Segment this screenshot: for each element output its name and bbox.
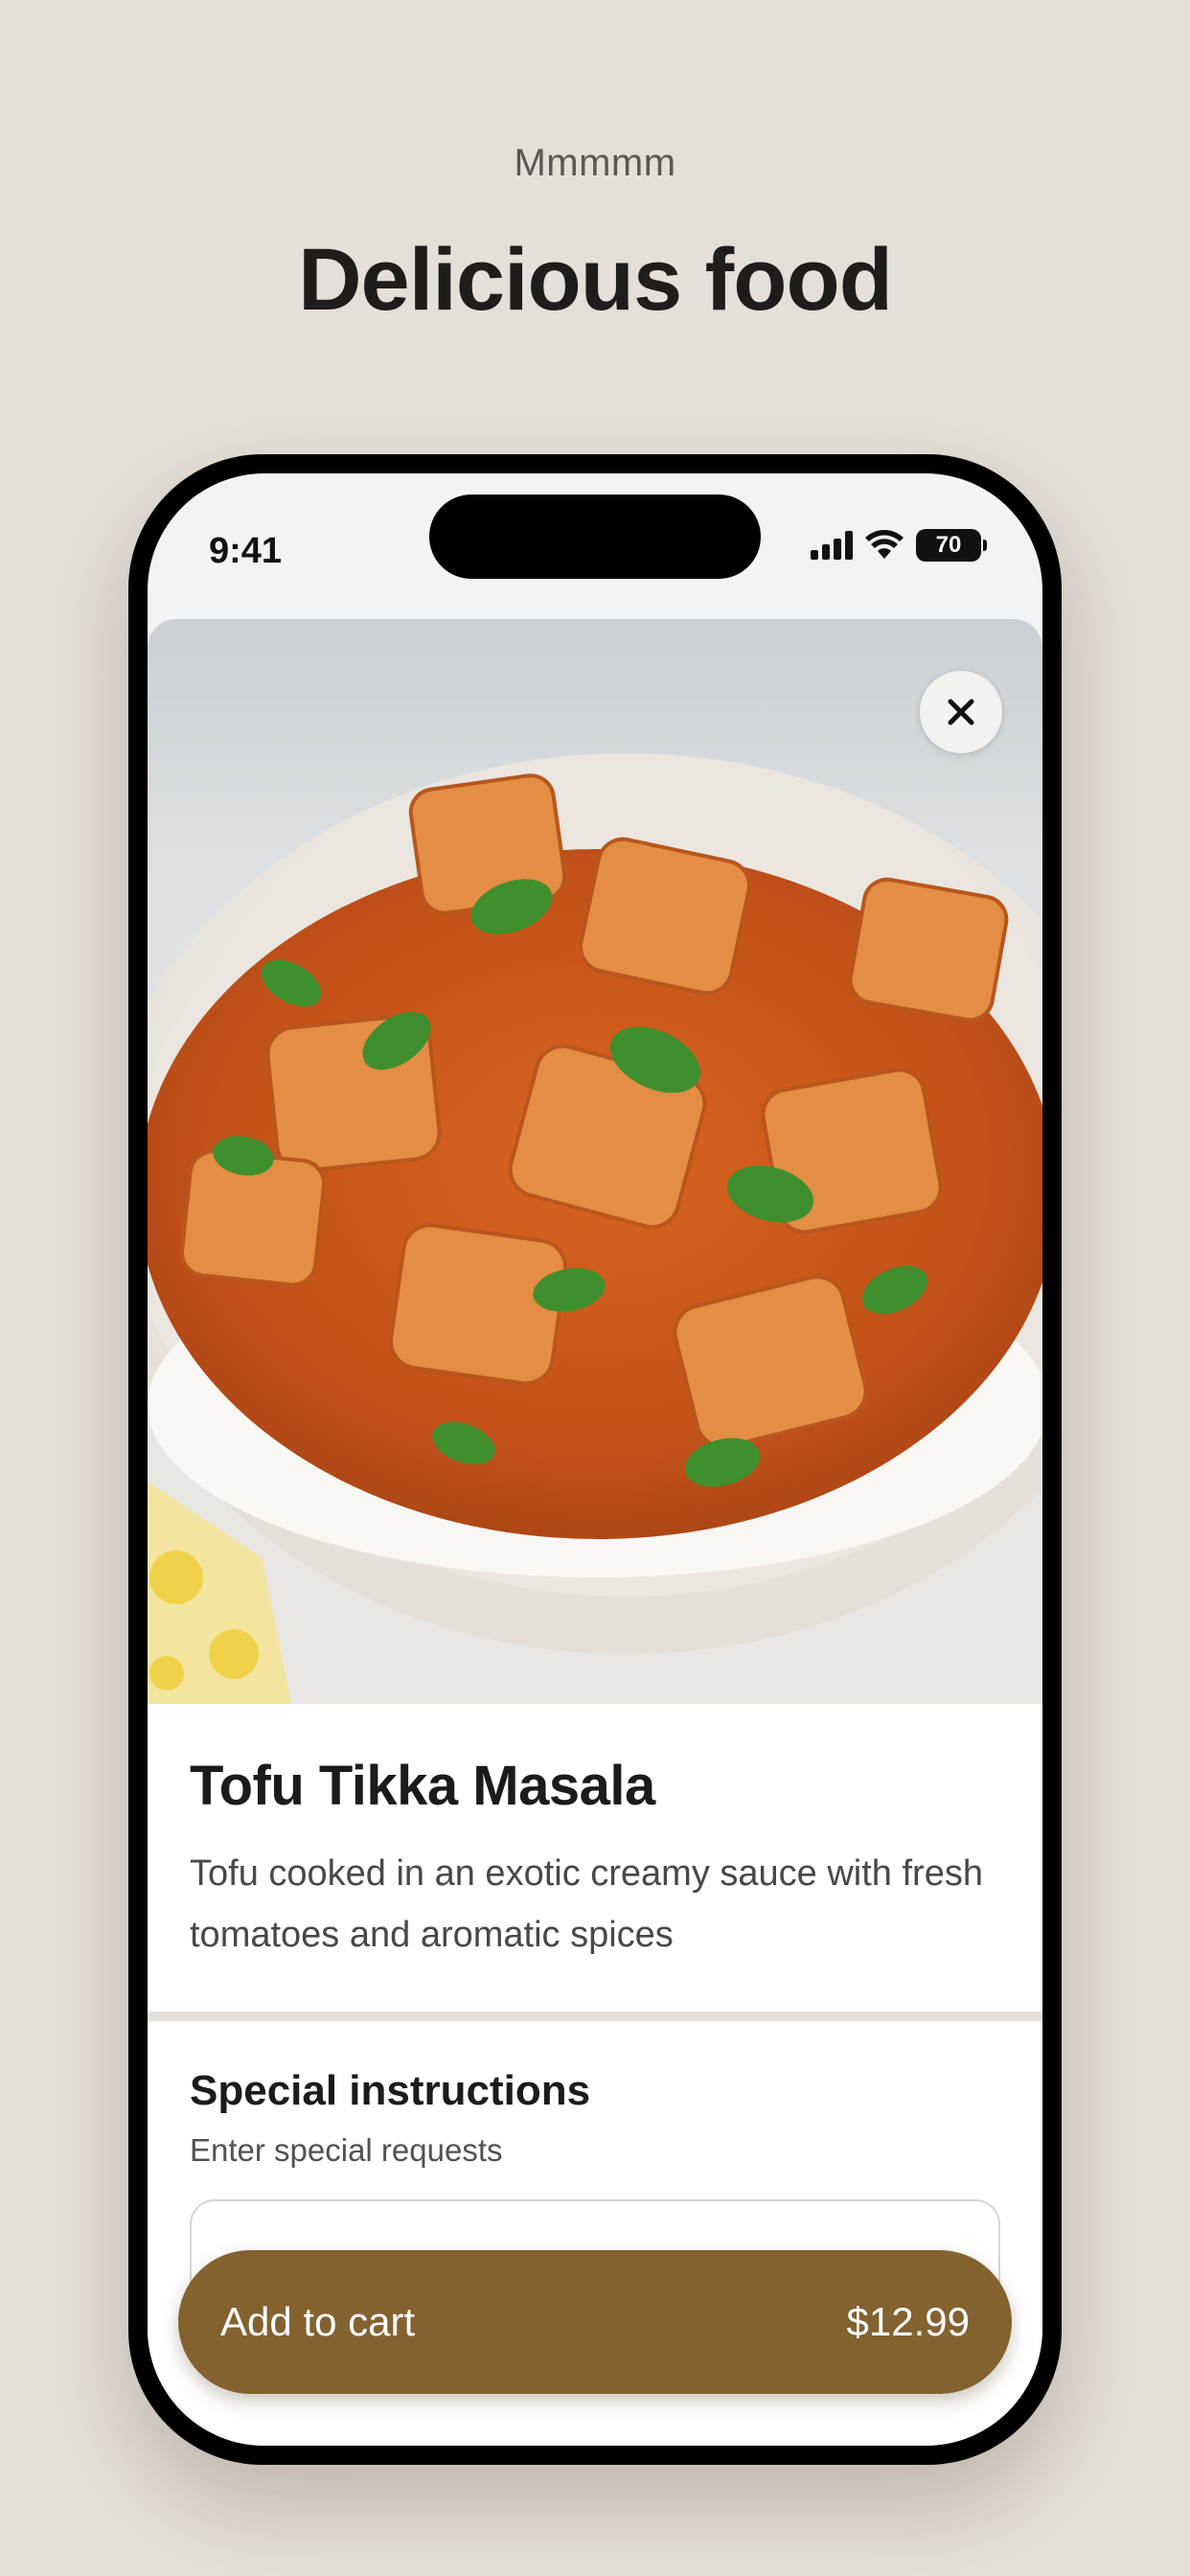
signal-icon — [811, 531, 853, 560]
status-time: 9:41 — [209, 531, 283, 571]
special-instructions-subtitle: Enter special requests — [190, 2132, 503, 2168]
close-icon — [948, 699, 974, 725]
add-to-cart-button[interactable]: Add to cart $12.99 — [178, 2250, 1012, 2394]
product-sheet: Tofu Tikka Masala Tofu cooked in an exot… — [148, 619, 1042, 2446]
section-divider — [148, 2012, 1042, 2021]
eyebrow-text: Mmmmm — [514, 142, 676, 184]
close-button[interactable] — [920, 671, 1002, 753]
status-bar: 9:41 70 — [148, 473, 1042, 608]
special-instructions-title: Special instructions — [190, 2067, 591, 2114]
dynamic-island — [429, 494, 761, 579]
cart-price: $12.99 — [846, 2299, 970, 2344]
food-photo — [148, 619, 1042, 1704]
food-illustration — [148, 753, 1042, 1704]
page-headline: Delicious food — [298, 231, 893, 329]
wifi-icon — [865, 530, 904, 559]
phone-frame: 9:41 70 Tofu Tikka Masala Tofu cooked in… — [128, 454, 1062, 2465]
dish-title: Tofu Tikka Masala — [190, 1755, 655, 1817]
phone-screen: 9:41 70 Tofu Tikka Masala Tofu cooked in… — [148, 473, 1042, 2446]
battery-icon: 70 — [916, 529, 987, 562]
add-to-cart-label: Add to cart — [220, 2299, 416, 2344]
dish-details: Tofu Tikka Masala Tofu cooked in an exot… — [148, 1704, 1042, 1966]
dish-description: Tofu cooked in an exotic creamy sauce wi… — [190, 1853, 983, 1955]
status-icons: 70 — [811, 529, 987, 562]
